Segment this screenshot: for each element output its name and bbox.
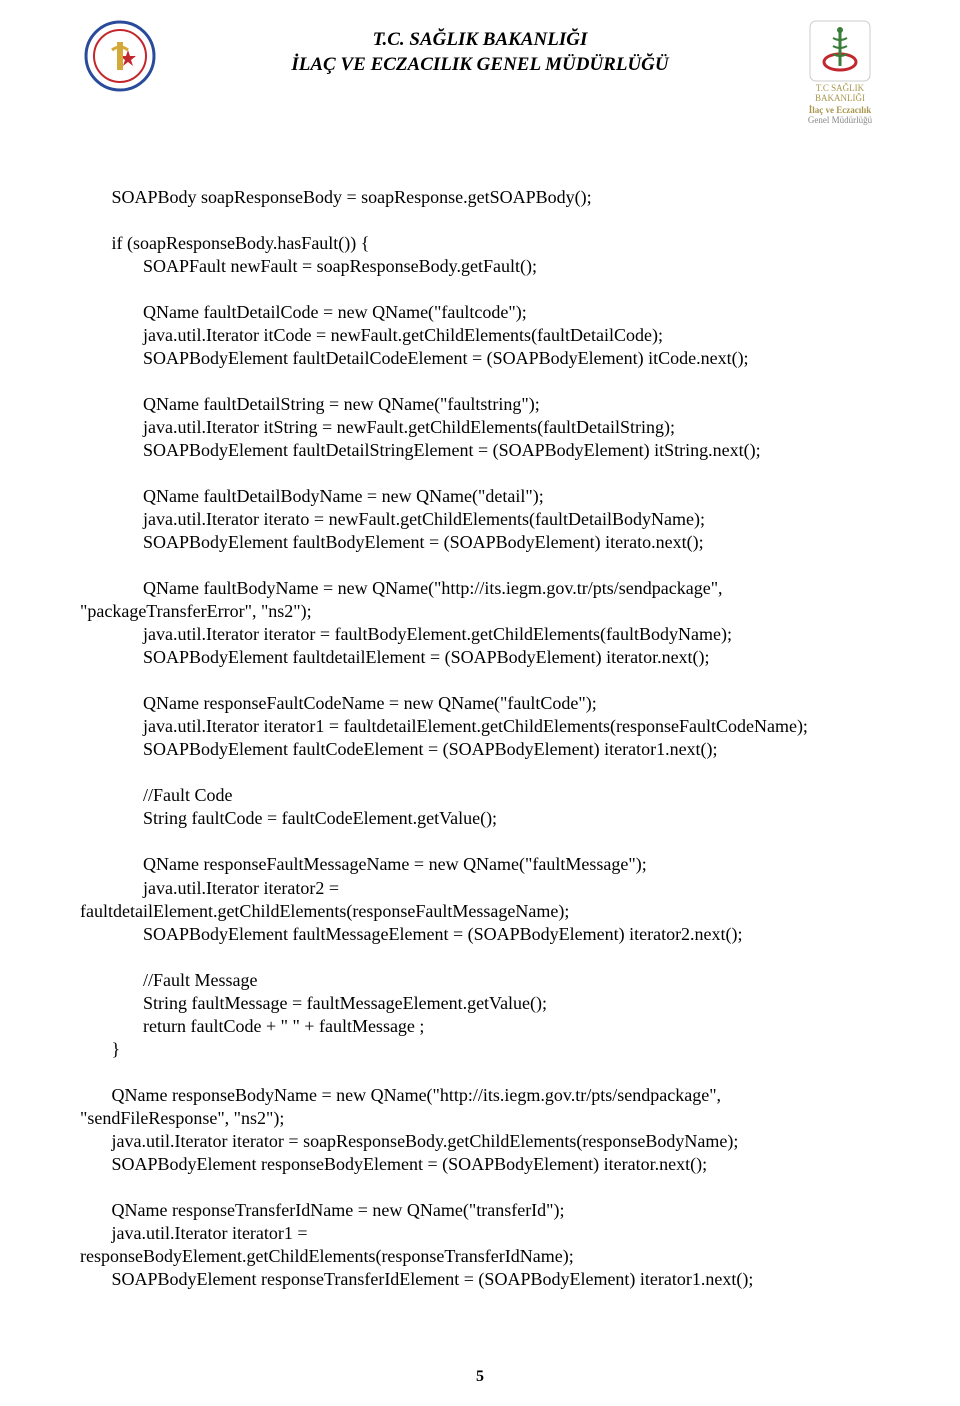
logo-right-caption1: T.C SAĞLIK BAKANLIĞI: [800, 84, 880, 104]
document-page: T.C. SAĞLIK BAKANLIĞI İLAÇ VE ECZACILIK …: [0, 0, 960, 1406]
header-title-line2: İLAÇ VE ECZACILIK GENEL MÜDÜRLÜĞÜ: [160, 53, 800, 78]
page-header: T.C. SAĞLIK BAKANLIĞI İLAÇ VE ECZACILIK …: [80, 20, 880, 126]
logo-right: T.C SAĞLIK BAKANLIĞI İlaç ve Eczacılık G…: [800, 20, 880, 126]
code-block: SOAPBody soapResponseBody = soapResponse…: [80, 186, 880, 1292]
header-title: T.C. SAĞLIK BAKANLIĞI İLAÇ VE ECZACILIK …: [160, 20, 800, 77]
pharmacy-emblem-icon: [809, 20, 871, 82]
header-title-line1: T.C. SAĞLIK BAKANLIĞI: [160, 28, 800, 53]
page-number: 5: [0, 1368, 960, 1386]
logo-left: [80, 20, 160, 92]
ministry-seal-icon: [84, 20, 156, 92]
logo-right-caption3: Genel Müdürlüğü: [808, 116, 872, 126]
